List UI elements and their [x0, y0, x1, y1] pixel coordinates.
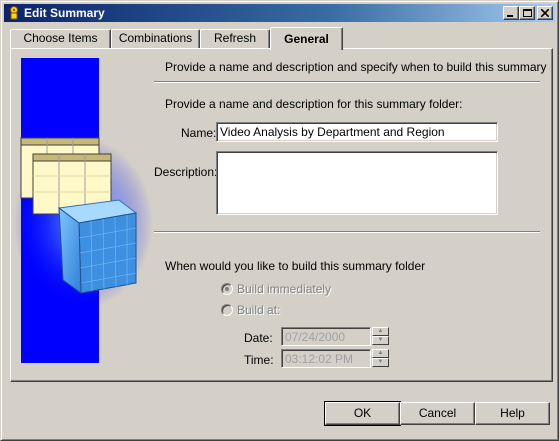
time-up-icon[interactable]: ▲ [372, 349, 389, 358]
name-section-heading: Provide a name and description for this … [165, 97, 463, 111]
time-spinner[interactable]: ▲ ▼ [372, 349, 389, 367]
date-up-icon[interactable]: ▲ [372, 327, 389, 336]
title-bar[interactable]: Edit Summary [4, 4, 555, 22]
close-icon[interactable] [537, 6, 553, 20]
build-immediately-label: Build immediately [237, 282, 332, 296]
build-at-radio[interactable] [221, 304, 233, 316]
tab-choose-items[interactable]: Choose Items [10, 29, 111, 49]
time-down-icon[interactable]: ▼ [372, 358, 389, 367]
app-icon [7, 6, 21, 20]
date-down-icon[interactable]: ▼ [372, 336, 389, 345]
minimize-icon[interactable] [503, 6, 519, 20]
ok-button[interactable]: OK [324, 401, 401, 426]
tab-general[interactable]: General [270, 27, 343, 50]
time-label: Time: [244, 353, 274, 367]
name-field[interactable]: Video Analysis by Department and Region [216, 122, 498, 142]
date-field[interactable]: 07/24/2000 [281, 327, 371, 346]
description-field[interactable] [216, 151, 498, 215]
date-spinner[interactable]: ▲ ▼ [372, 327, 389, 345]
build-immediately-option[interactable]: Build immediately [221, 282, 331, 296]
build-section-heading: When would you like to build this summar… [165, 259, 426, 273]
time-field[interactable]: 03:12:02 PM [281, 349, 371, 368]
tab-combinations[interactable]: Combinations [111, 29, 200, 49]
maximize-icon[interactable] [519, 6, 535, 20]
tab-refresh[interactable]: Refresh [200, 29, 270, 49]
help-button[interactable]: Help [475, 402, 550, 425]
page-instruction: Provide a name and description and speci… [165, 60, 547, 74]
name-label: Name: [181, 126, 217, 140]
window-title: Edit Summary [24, 6, 105, 20]
build-immediately-radio[interactable] [221, 283, 233, 295]
divider-middle [154, 231, 540, 233]
build-at-option[interactable]: Build at: [221, 303, 280, 317]
date-label: Date: [244, 331, 273, 345]
cancel-button[interactable]: Cancel [400, 402, 475, 425]
description-label: Description: [154, 165, 218, 179]
build-at-label: Build at: [237, 303, 281, 317]
edit-summary-window: Edit Summary Choose Items Combinations R… [0, 0, 559, 441]
summary-folder-illustration [13, 58, 153, 363]
divider-top [154, 81, 540, 83]
